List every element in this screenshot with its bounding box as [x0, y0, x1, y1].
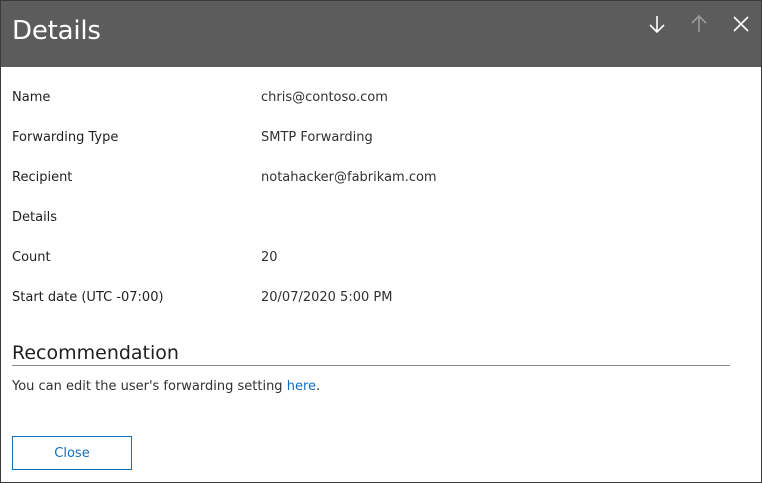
close-panel-button[interactable] [728, 11, 754, 37]
arrow-up-icon [691, 14, 707, 32]
details-label: Details [12, 210, 58, 225]
close-icon [733, 16, 749, 32]
section-divider [12, 365, 730, 366]
recipient-label: Recipient [12, 170, 73, 185]
recommendation-heading: Recommendation [12, 342, 179, 364]
name-link[interactable]: chris@contoso.com [261, 88, 388, 108]
recommendation-text-suffix: . [316, 379, 321, 394]
panel-title: Details [12, 16, 101, 46]
count-label: Count [12, 250, 51, 265]
detail-row-details: Details [1, 208, 761, 228]
start-date-value: 20/07/2020 5:00 PM [261, 290, 393, 305]
start-date-label: Start date (UTC -07:00) [12, 290, 164, 305]
next-item-button[interactable] [644, 11, 670, 37]
panel-header: Details [1, 1, 761, 67]
count-value: 20 [261, 250, 278, 265]
detail-row-count: Count 20 [1, 248, 761, 268]
detail-row-start-date: Start date (UTC -07:00) 20/07/2020 5:00 … [1, 288, 761, 308]
recipient-value: notahacker@fabrikam.com [261, 170, 437, 185]
forwarding-type-label: Forwarding Type [12, 130, 119, 145]
edit-forwarding-link[interactable]: here [287, 379, 316, 394]
recommendation-text-prefix: You can edit the user's forwarding setti… [12, 379, 287, 394]
previous-item-button[interactable] [686, 11, 712, 37]
detail-row-name: Name chris@contoso.com [1, 88, 761, 108]
name-label: Name [12, 90, 51, 105]
recommendation-text: You can edit the user's forwarding setti… [12, 377, 320, 397]
detail-row-forwarding-type: Forwarding Type SMTP Forwarding [1, 128, 761, 148]
forwarding-type-value: SMTP Forwarding [261, 130, 373, 145]
close-button[interactable]: Close [12, 436, 132, 470]
arrow-down-icon [649, 16, 665, 34]
detail-row-recipient: Recipient notahacker@fabrikam.com [1, 168, 761, 188]
details-panel: Details Name chris@contoso.com Forwardin… [0, 0, 762, 483]
